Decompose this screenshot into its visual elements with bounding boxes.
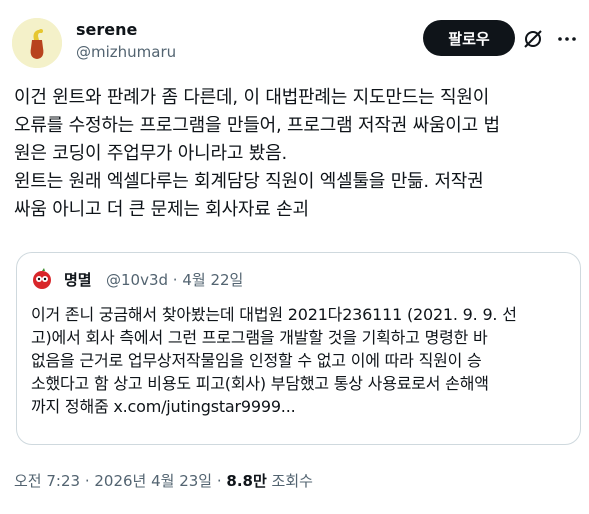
author-avatar[interactable] [12, 18, 62, 68]
quoted-tweet[interactable]: 명멸 @10v3d · 4월 22일 이거 존니 궁금해서 찾아봤는데 대법원 … [16, 252, 581, 445]
quote-text: 이거 존니 궁금해서 찾아봤는데 대법원 2021다236111 (2021. … [31, 305, 517, 416]
view-count-label: 조회수 [266, 472, 313, 490]
quote-author-meta: @10v3d · 4월 22일 [106, 271, 244, 289]
grok-icon[interactable] [522, 28, 544, 50]
author-name[interactable]: serene [76, 20, 137, 39]
tweet-footer: 오전 7:23 · 2026년 4월 23일 · 8.8만 조회수 [14, 470, 313, 491]
quote-author-name: 명멸 [64, 271, 92, 289]
tweet-text: 이건 윈트와 판례가 좀 다른데, 이 대법판례는 지도만드는 직원이 오류를 … [14, 87, 500, 220]
follow-button[interactable]: 팔로우 [423, 20, 515, 56]
more-icon[interactable] [556, 28, 578, 50]
author-handle[interactable]: @mizhumaru [76, 43, 176, 61]
quote-author-avatar[interactable] [30, 267, 54, 291]
timestamp[interactable]: 오전 7:23 · 2026년 4월 23일 · [14, 472, 226, 490]
view-count: 8.8만 [226, 472, 267, 490]
tweet-header: serene @mizhumaru 팔로우 [0, 0, 589, 70]
